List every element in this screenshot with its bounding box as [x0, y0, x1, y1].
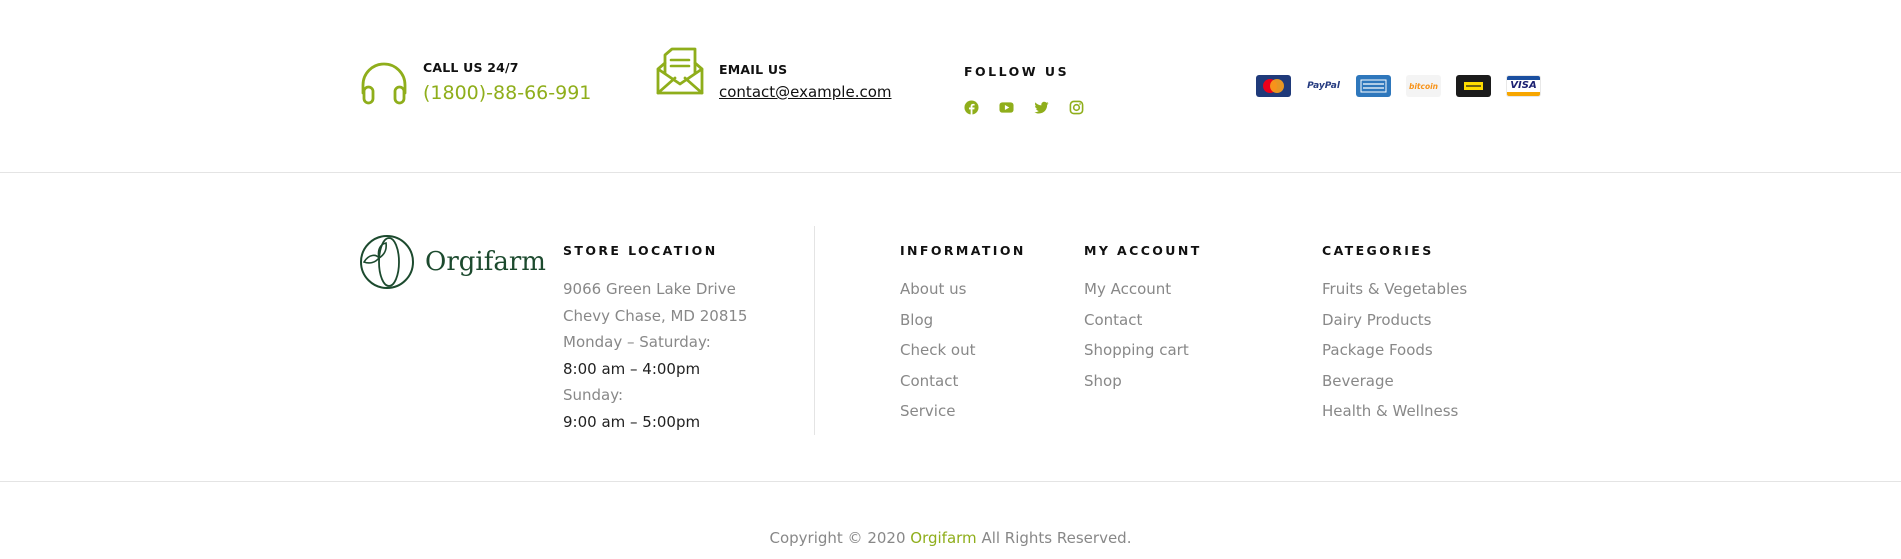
footer-link-fruits-vegetables[interactable]: Fruits & Vegetables [1322, 274, 1467, 305]
paypal-label: PayPal [1307, 81, 1340, 91]
twitter-icon[interactable] [1034, 100, 1049, 115]
footer-contact-strip: CALL US 24/7 (1800)-88-66-991 EMAIL US c… [0, 0, 1901, 173]
footer-link-dairy-products[interactable]: Dairy Products [1322, 305, 1467, 336]
footer-link-shopping-cart[interactable]: Shopping cart [1084, 335, 1189, 366]
store-location-title: STORE LOCATION [563, 243, 718, 258]
amex-logo-icon [1360, 79, 1387, 93]
store-address-line2: Chevy Chase, MD 20815 [563, 307, 748, 325]
western-union-card [1456, 75, 1491, 97]
footer-vertical-divider [814, 226, 815, 435]
footer-link-package-foods[interactable]: Package Foods [1322, 335, 1467, 366]
paypal-card: PayPal [1306, 75, 1341, 97]
footer-link-check-out[interactable]: Check out [900, 335, 975, 366]
footer-link-beverage[interactable]: Beverage [1322, 366, 1467, 397]
footer-link-shop[interactable]: Shop [1084, 366, 1189, 397]
copyright-prefix: Copyright © 2020 [769, 529, 911, 547]
weekday-hours-value: 8:00 am – 4:00pm [563, 360, 701, 378]
headset-icon [361, 62, 407, 105]
copyright-notice: Copyright © 2020 Orgifarm All Rights Res… [0, 529, 1901, 547]
footer-bottom-divider [0, 481, 1901, 482]
email-us-label: EMAIL US [719, 62, 788, 77]
mastercard-card [1256, 75, 1291, 97]
footer-link-blog[interactable]: Blog [900, 305, 975, 336]
visa-card: VISA [1506, 75, 1541, 97]
orgifarm-leaf-logo-icon [360, 235, 414, 289]
follow-us-title: FOLLOW US [964, 64, 1070, 79]
footer-link-health-wellness[interactable]: Health & Wellness [1322, 396, 1467, 427]
information-title: INFORMATION [900, 243, 1026, 258]
sunday-hours-value: 9:00 am – 5:00pm [563, 413, 701, 431]
footer-link-service[interactable]: Service [900, 396, 975, 427]
my-account-links: My Account Contact Shopping cart Shop [1084, 274, 1189, 396]
copyright-suffix: All Rights Reserved. [976, 529, 1132, 547]
call-us-block: CALL US 24/7 (1800)-88-66-991 [359, 60, 591, 110]
brand-logo[interactable]: Orgifarm [359, 234, 546, 290]
western-union-logo-icon [1464, 82, 1483, 90]
call-us-label: CALL US 24/7 [423, 60, 519, 75]
information-links: About us Blog Check out Contact Service [900, 274, 975, 427]
amex-card [1356, 75, 1391, 97]
footer-link-my-account[interactable]: My Account [1084, 274, 1189, 305]
footer-link-account-contact[interactable]: Contact [1084, 305, 1189, 336]
payment-methods: PayPal bitcoin VISA [1256, 75, 1541, 97]
brand-name: Orgifarm [425, 247, 546, 277]
email-envelope-icon [656, 47, 704, 95]
mastercard-logo-icon [1263, 79, 1284, 93]
footer-link-about-us[interactable]: About us [900, 274, 975, 305]
email-link[interactable]: contact@example.com [719, 83, 892, 101]
categories-title: CATEGORIES [1322, 243, 1434, 258]
call-us-text: CALL US 24/7 (1800)-88-66-991 [423, 60, 591, 104]
facebook-icon[interactable] [964, 100, 979, 115]
bitcoin-card: bitcoin [1406, 75, 1441, 97]
categories-links: Fruits & Vegetables Dairy Products Packa… [1322, 274, 1467, 427]
phone-number[interactable]: (1800)-88-66-991 [423, 82, 591, 104]
sunday-hours-label: Sunday: [563, 386, 624, 404]
bitcoin-label: bitcoin [1408, 81, 1439, 91]
social-links [964, 100, 1084, 115]
email-us-text: EMAIL US contact@example.com [719, 62, 892, 101]
my-account-title: MY ACCOUNT [1084, 243, 1202, 258]
youtube-icon[interactable] [999, 100, 1014, 115]
email-us-block: EMAIL US contact@example.com [655, 47, 892, 101]
visa-label: VISA [1510, 80, 1537, 91]
copyright-brand-link[interactable]: Orgifarm [910, 529, 976, 547]
store-address-line1: 9066 Green Lake Drive [563, 280, 736, 298]
instagram-icon[interactable] [1069, 100, 1084, 115]
weekday-hours-label: Monday – Saturday: [563, 333, 711, 351]
footer-link-contact[interactable]: Contact [900, 366, 975, 397]
